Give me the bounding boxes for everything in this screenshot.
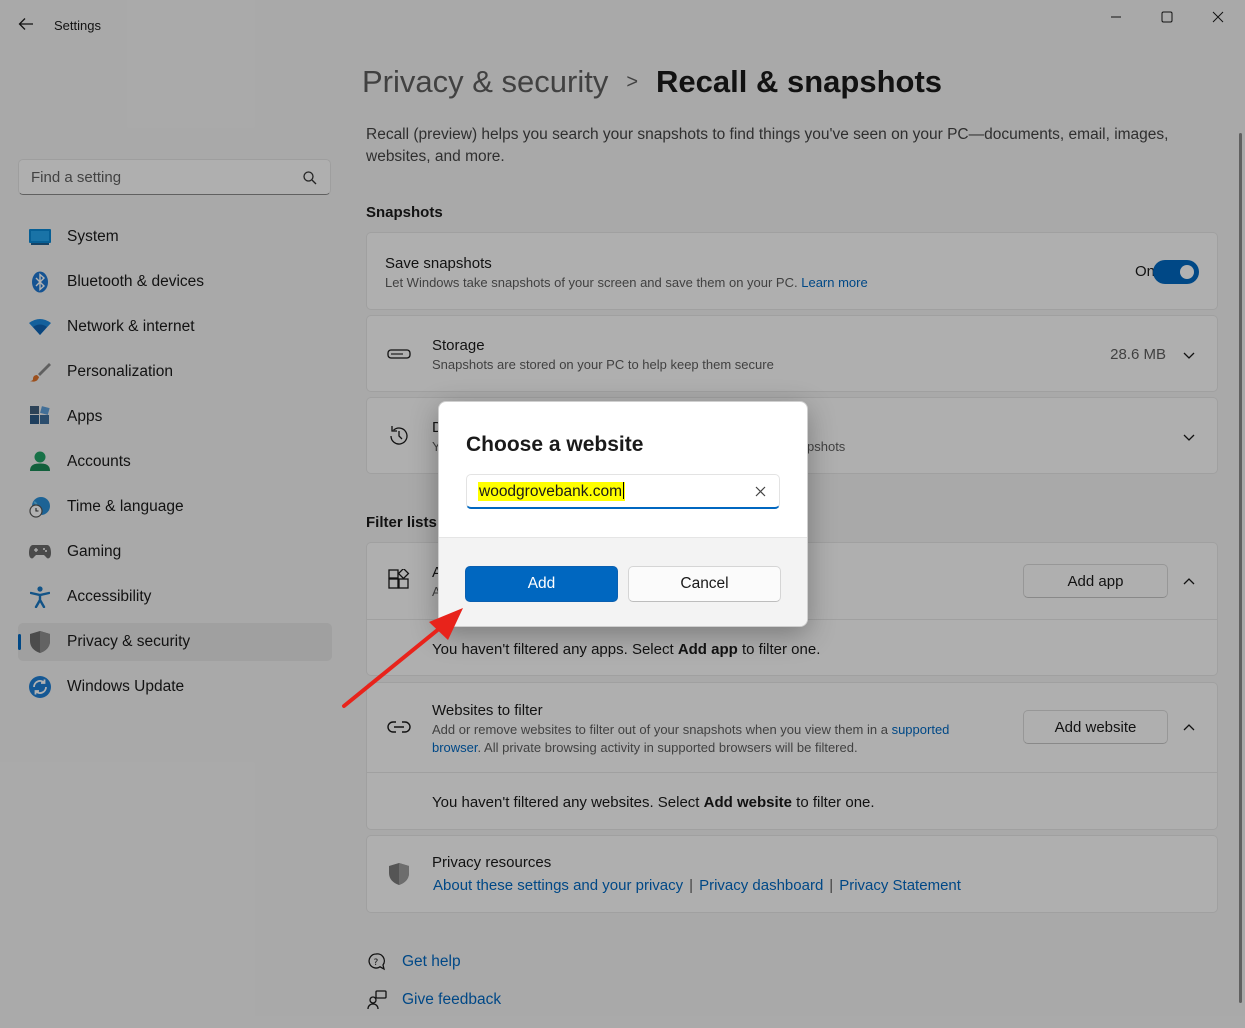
website-input[interactable]: woodgrovebank.com — [466, 474, 780, 509]
dialog-title: Choose a website — [466, 433, 644, 456]
clear-icon[interactable] — [754, 485, 767, 498]
website-input-value: woodgrovebank.com — [478, 482, 626, 501]
text-caret — [623, 482, 625, 499]
cancel-button[interactable]: Cancel — [628, 566, 781, 602]
add-button[interactable]: Add — [465, 566, 618, 602]
choose-website-dialog: Choose a website woodgrovebank.com Add C… — [438, 401, 808, 627]
website-input-text: woodgrovebank.com — [479, 483, 623, 500]
dialog-footer: Add Cancel — [439, 537, 807, 626]
